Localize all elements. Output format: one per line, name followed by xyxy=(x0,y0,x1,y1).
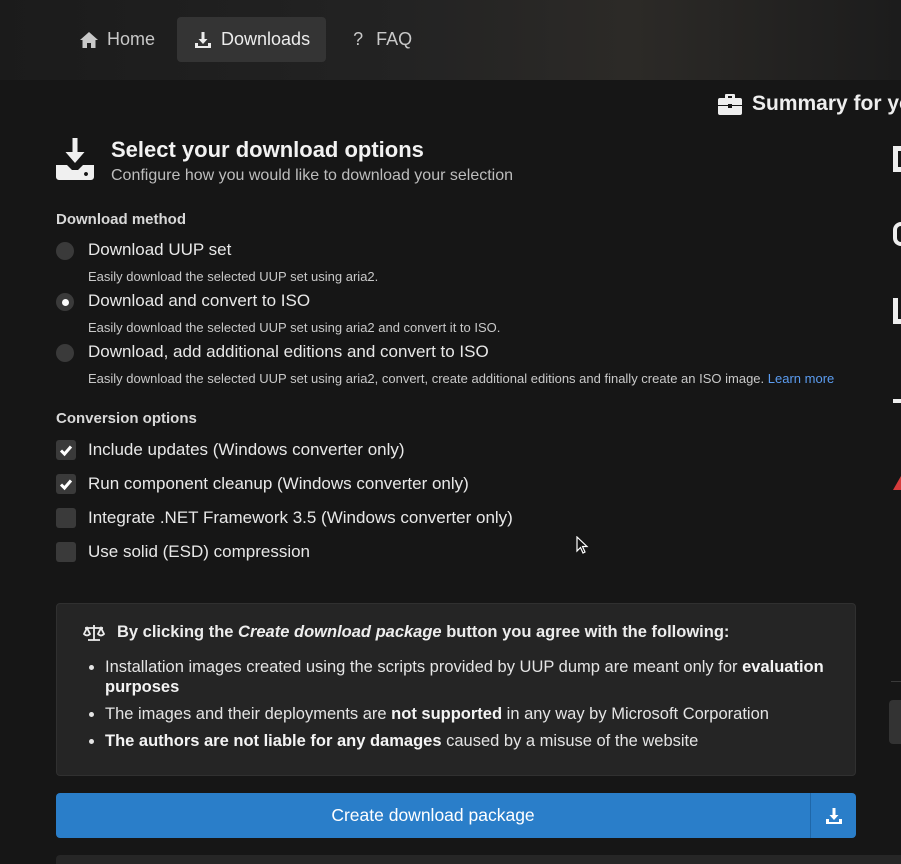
conversion-options-label: Conversion options xyxy=(56,410,197,427)
learn-more-link[interactable]: Learn more xyxy=(768,371,834,386)
option-title: Download, add additional editions and co… xyxy=(88,342,489,361)
radio-button[interactable] xyxy=(56,242,74,260)
option-description: Easily download the selected UUP set usi… xyxy=(88,320,501,335)
sidebar-partial-icon xyxy=(893,385,901,403)
download-method-label: Download method xyxy=(56,211,186,228)
option-title: Download UUP set xyxy=(88,240,232,259)
home-icon xyxy=(80,31,98,48)
option-netfx3[interactable]: Integrate .NET Framework 3.5 (Windows co… xyxy=(56,501,856,535)
method-option-iso[interactable]: Download and convert to ISO Easily downl… xyxy=(56,291,856,339)
page-subtitle: Configure how you would like to download… xyxy=(111,167,514,184)
sidebar-partial-icon xyxy=(893,146,901,172)
option-include-updates[interactable]: Include updates (Windows converter only) xyxy=(56,433,856,467)
checkbox[interactable] xyxy=(56,542,76,562)
radio-button-selected[interactable] xyxy=(56,293,74,311)
terms-notice: By clicking the Create download package … xyxy=(56,603,856,776)
checkbox-label: Include updates (Windows converter only) xyxy=(88,440,405,459)
next-panel-edge xyxy=(56,855,901,864)
sidebar-partial-icon xyxy=(893,298,901,324)
option-component-cleanup[interactable]: Run component cleanup (Windows converter… xyxy=(56,467,856,501)
download-icon xyxy=(195,31,212,48)
page-title: Select your download options xyxy=(111,137,424,162)
notice-item: The images and their deployments are not… xyxy=(105,704,829,724)
conversion-options: Include updates (Windows converter only)… xyxy=(56,433,856,569)
radio-button[interactable] xyxy=(56,344,74,362)
checkbox-checked[interactable] xyxy=(56,474,76,494)
question-icon: ? xyxy=(353,29,364,49)
create-button-download-part[interactable] xyxy=(810,793,856,838)
create-download-package-button[interactable]: Create download package xyxy=(56,793,856,838)
method-option-uup[interactable]: Download UUP set Easily download the sel… xyxy=(56,240,856,288)
checkbox-label: Use solid (ESD) compression xyxy=(88,542,311,561)
main-nav: Home Downloads ? FAQ xyxy=(63,17,428,62)
download-icon xyxy=(825,807,842,824)
option-description: Easily download the selected UUP set usi… xyxy=(88,269,379,284)
notice-list: Installation images created using the sc… xyxy=(83,657,829,751)
download-options: Select your download options Configure h… xyxy=(56,134,856,569)
options-header: Select your download options Configure h… xyxy=(56,134,856,185)
checkbox[interactable] xyxy=(56,508,76,528)
sidebar-partial-icon xyxy=(893,222,901,246)
option-description: Easily download the selected UUP set usi… xyxy=(88,371,835,386)
checkbox-checked[interactable] xyxy=(56,440,76,460)
nav-faq[interactable]: ? FAQ xyxy=(332,17,428,62)
balance-scale-icon xyxy=(83,624,105,641)
checkbox-label: Run component cleanup (Windows converter… xyxy=(88,474,469,493)
notice-item: Installation images created using the sc… xyxy=(105,657,829,697)
nav-downloads[interactable]: Downloads xyxy=(177,17,327,62)
mouse-cursor-icon xyxy=(576,536,589,554)
create-button-label: Create download package xyxy=(331,805,535,825)
notice-item: The authors are not liable for any damag… xyxy=(105,731,829,751)
method-option-editions[interactable]: Download, add additional editions and co… xyxy=(56,342,856,390)
sidebar-partial-button[interactable] xyxy=(889,700,901,744)
check-icon xyxy=(59,445,73,457)
notice-heading: By clicking the Create download package … xyxy=(83,623,829,642)
sidebar-divider xyxy=(891,681,901,682)
checkbox-label: Integrate .NET Framework 3.5 (Windows co… xyxy=(88,508,513,527)
summary-heading: Summary for yo xyxy=(718,92,901,116)
nav-home-label: Home xyxy=(107,29,156,49)
nav-faq-label: FAQ xyxy=(376,29,413,49)
summary-title: Summary for yo xyxy=(752,92,901,115)
check-icon xyxy=(59,479,73,491)
nav-downloads-label: Downloads xyxy=(221,29,311,49)
notice-heading-text: By clicking the Create download package … xyxy=(117,623,730,641)
option-esd-compression[interactable]: Use solid (ESD) compression xyxy=(56,535,856,569)
warning-icon xyxy=(893,476,901,490)
download-drive-icon xyxy=(56,138,94,180)
top-bar: Home Downloads ? FAQ xyxy=(0,0,901,80)
nav-home[interactable]: Home xyxy=(63,17,171,62)
briefcase-icon xyxy=(718,94,742,115)
option-title: Download and convert to ISO xyxy=(88,291,311,310)
